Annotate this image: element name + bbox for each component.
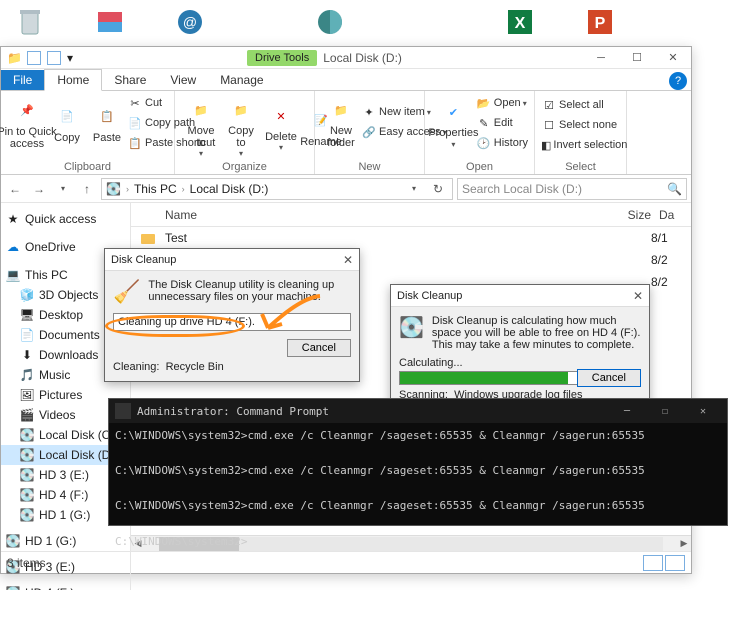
history-button[interactable]: 🕑History [476,133,528,153]
up-button[interactable]: ↑ [77,179,97,199]
recycle-bin-icon[interactable] [10,4,50,40]
powerpoint-icon[interactable]: P [580,4,620,40]
select-all-button[interactable]: ☑Select all [541,95,620,115]
cancel-button[interactable]: Cancel [577,369,641,387]
explorer-titlebar: 📁 ▾ Drive Tools Local Disk (D:) ─ ☐ ✕ [1,47,691,69]
item-count: 3 items [7,556,46,570]
view-icons-button[interactable] [665,555,685,571]
folder-icon: 📁 [7,51,21,65]
edit-button[interactable]: ✎Edit [476,113,528,133]
drive-icon: 💽 [399,315,424,351]
group-label: Clipboard [1,161,174,173]
pin-button[interactable]: 📌Pin to Quick access [7,93,47,153]
status-bar: 3 items [1,551,691,573]
qat-btn[interactable] [27,51,41,65]
breadcrumb-drive[interactable]: Local Disk (D:) [190,182,269,196]
cmd-icon [115,403,131,419]
close-button[interactable]: ✕ [655,47,691,69]
excel-icon[interactable]: X [500,4,540,40]
col-date: Da [651,208,691,222]
view-details-button[interactable] [643,555,663,571]
tree-item[interactable]: 💽HD 4 (F:) [1,583,130,590]
address-bar[interactable]: 💽 › This PC › Local Disk (D:) ▾ ↻ [101,178,453,200]
copy-to-button[interactable]: 📁Copy to▾ [221,93,261,160]
app-icon-1[interactable] [90,4,130,40]
search-input[interactable]: Search Local Disk (D:) 🔍 [457,178,687,200]
drive-tools-tab[interactable]: Drive Tools [247,50,317,66]
open-button[interactable]: 📂Open▾ [476,93,528,113]
ribbon: 📌Pin to Quick access 📄Copy 📋Paste ✂Cut 📄… [1,91,691,175]
app-icon-3[interactable] [310,4,350,40]
refresh-button[interactable]: ↻ [428,179,448,199]
breadcrumb-thispc[interactable]: This PC [134,182,177,196]
close-button[interactable]: ✕ [685,400,721,422]
search-icon: 🔍 [667,182,682,196]
column-headers[interactable]: Name Size Da [131,203,691,227]
move-to-button[interactable]: 📁Move to▾ [181,93,221,160]
paste-button[interactable]: 📋Paste [87,93,127,153]
svg-text:@: @ [183,14,197,30]
calculating-label: Calculating... [399,357,641,369]
help-button[interactable]: ? [669,72,687,90]
file-row[interactable]: Test8/1 [131,227,691,249]
close-button[interactable]: ✕ [343,253,353,267]
ribbon-tabs: File Home Share View Manage ? [1,69,691,91]
group-label: Organize [175,161,314,173]
command-prompt-window: Administrator: Command Prompt ─ ☐ ✕ C:\W… [108,398,728,526]
select-none-button[interactable]: ☐Select none [541,115,620,135]
dialog-message: The Disk Cleanup utility is cleaning up … [148,279,351,305]
dialog-title: Disk Cleanup [111,254,176,266]
maximize-button[interactable]: ☐ [619,47,655,69]
svg-text:P: P [595,15,606,32]
dialog-message: Disk Cleanup is calculating how much spa… [432,315,641,351]
svg-text:X: X [515,15,526,32]
disk-cleanup-progress-dialog: Disk Cleanup ✕ 🧹 The Disk Cleanup utility… [104,248,360,382]
app-icon-2[interactable]: @ [170,4,210,40]
chevron-right-icon: › [123,184,132,194]
window-title: Local Disk (D:) [323,51,402,65]
cmd-titlebar: Administrator: Command Prompt ─ ☐ ✕ [109,399,727,423]
group-label: Select [535,161,626,173]
minimize-button[interactable]: ─ [609,400,645,422]
maximize-button[interactable]: ☐ [647,400,683,422]
quick-access-node[interactable]: ★Quick access [1,209,130,229]
progress-text: Cleaning up drive HD 4 (F:). [113,313,351,331]
copy-button[interactable]: 📄Copy [47,93,87,153]
col-size: Size [601,208,651,222]
qat-btn[interactable] [47,51,61,65]
minimize-button[interactable]: ─ [583,47,619,69]
address-dropdown[interactable]: ▾ [404,179,424,199]
recent-button[interactable]: ▾ [53,179,73,199]
forward-button[interactable]: → [29,179,49,199]
group-label: Open [425,161,534,173]
chevron-right-icon: › [179,184,188,194]
home-tab[interactable]: Home [44,69,102,91]
cmd-output[interactable]: C:\WINDOWS\system32>cmd.exe /c Cleanmgr … [109,423,727,554]
cmd-title: Administrator: Command Prompt [137,405,329,418]
delete-button[interactable]: ✕Delete▾ [261,93,301,160]
cleaning-label: Cleaning: [113,361,159,373]
disk-cleanup-calc-dialog: Disk Cleanup ✕ 💽 Disk Cleanup is calculat… [390,284,650,410]
drive-icon: 💽 [106,182,121,196]
cleaning-value: Recycle Bin [166,361,224,373]
group-label: New [315,161,424,173]
view-tab[interactable]: View [158,70,208,90]
col-name: Name [165,208,601,222]
invert-selection-button[interactable]: ◧Invert selection [541,135,620,155]
cancel-button[interactable]: Cancel [287,339,351,357]
close-button[interactable]: ✕ [633,289,643,303]
share-tab[interactable]: Share [102,70,158,90]
new-folder-button[interactable]: 📁New folder [321,93,361,151]
broom-icon: 🧹 [113,279,140,305]
manage-tab[interactable]: Manage [208,70,275,90]
quick-access-toolbar: 📁 ▾ [1,51,87,65]
qat-overflow[interactable]: ▾ [67,51,81,65]
dialog-title: Disk Cleanup [397,290,462,302]
file-tab[interactable]: File [1,70,44,90]
address-bar-row: ← → ▾ ↑ 💽 › This PC › Local Disk (D:) ▾ … [1,175,691,203]
properties-button[interactable]: ✔Properties▾ [431,93,476,153]
back-button[interactable]: ← [5,179,25,199]
desktop-icons: @ X P [0,4,620,40]
